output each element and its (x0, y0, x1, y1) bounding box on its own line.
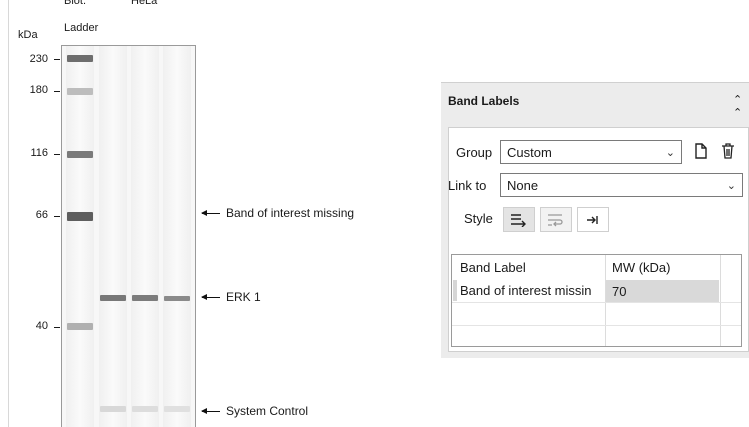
style-label: Style (464, 211, 493, 226)
lane-ladder (66, 46, 94, 427)
mw-label-116: 116 (30, 147, 48, 159)
arrow-to-right-icon (587, 215, 598, 224)
annotation-text: Band of interest missing (226, 206, 355, 220)
double-chevron-up-icon[interactable]: ⌃ ⌃ (733, 93, 742, 119)
mw-label-180: 180 (29, 84, 48, 96)
wrap-lines-icon (548, 213, 563, 226)
group-label: Group (456, 145, 493, 160)
arrow-left-icon (201, 293, 220, 300)
row-divider (452, 325, 741, 326)
new-document-icon[interactable] (694, 143, 708, 164)
group-select-value: Custom (507, 144, 552, 160)
annotation-erk1: ERK 1 (201, 290, 261, 304)
lane-header-hela: HeLa (131, 0, 158, 7)
annotation-system-control: System Control (201, 404, 309, 418)
arrow-lines-icon (511, 213, 526, 227)
lane-1 (99, 46, 127, 427)
band (164, 406, 190, 412)
lane-3 (163, 46, 191, 427)
tick-66 (54, 216, 60, 217)
mw-label-66: 66 (35, 209, 48, 221)
chevron-down-icon: ⌄ (665, 146, 675, 159)
tick-40 (54, 327, 60, 328)
link-to-select-value: None (507, 177, 539, 193)
arrow-left-icon (201, 407, 220, 414)
tick-180 (54, 91, 60, 92)
band (67, 151, 93, 158)
column-header-mw[interactable]: MW (kDa) (612, 260, 671, 275)
lane-header-ladder-line2: Ladder (64, 22, 99, 34)
band (67, 323, 93, 330)
band (164, 296, 190, 301)
arrow-left-icon (201, 209, 220, 216)
link-to-select[interactable]: None ⌄ (500, 173, 743, 197)
table-cell-mw[interactable]: 70 (612, 284, 626, 299)
annotation-band-missing: Band of interest missing (201, 206, 355, 220)
trash-icon[interactable] (721, 143, 735, 164)
band (132, 295, 158, 301)
column-divider (720, 255, 721, 346)
annotation-text: System Control (226, 404, 309, 418)
lane-header-ladder-line1: Biot. (64, 0, 87, 7)
column-header-band-label[interactable]: Band Label (460, 260, 526, 275)
style-wrap-button[interactable] (540, 207, 572, 232)
lane-2 (131, 46, 159, 427)
link-to-label: Link to (448, 178, 487, 193)
style-align-right-button[interactable] (577, 207, 609, 232)
panel-title: Band Labels (448, 94, 520, 108)
gel-image (61, 45, 196, 427)
band (100, 295, 126, 301)
row-selector[interactable] (453, 280, 457, 301)
row-divider (452, 302, 741, 303)
group-select[interactable]: Custom ⌄ (500, 140, 682, 164)
left-divider (8, 0, 9, 427)
style-arrow-button[interactable] (503, 207, 535, 232)
tick-116 (54, 154, 60, 155)
kda-unit-label: kDa (18, 29, 38, 41)
band (132, 406, 158, 412)
band-labels-table: Band Label MW (kDa) Band of interest mis… (451, 254, 742, 347)
annotation-text: ERK 1 (226, 290, 261, 304)
mw-label-230: 230 (29, 53, 48, 65)
band (67, 55, 93, 62)
band (100, 406, 126, 412)
band (67, 88, 93, 95)
band (67, 212, 93, 221)
mw-label-40: 40 (35, 320, 48, 332)
tick-230 (54, 59, 60, 60)
table-cell-band-label[interactable]: Band of interest missin (460, 283, 604, 298)
chevron-down-icon: ⌄ (726, 179, 736, 192)
